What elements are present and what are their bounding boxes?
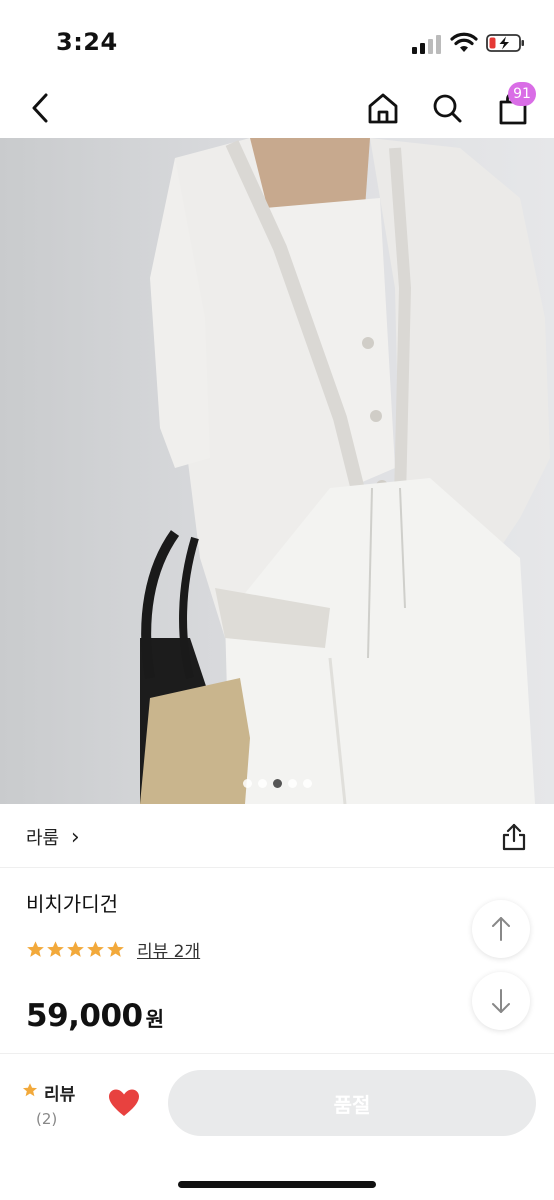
product-photo-illustration: [0, 138, 554, 804]
heart-icon[interactable]: [108, 1088, 140, 1118]
status-bar: 3:24: [0, 0, 554, 80]
arrow-down-icon: [492, 989, 510, 1013]
image-dot[interactable]: [257, 779, 267, 788]
star-icon: [107, 940, 124, 957]
product-price: 59,000 원: [26, 998, 164, 1034]
star-icon: [67, 940, 84, 957]
back-icon[interactable]: [26, 90, 54, 126]
product-title: 비치가디건: [26, 892, 118, 916]
product-image[interactable]: [0, 138, 554, 804]
star-icon: [22, 1083, 38, 1097]
price-value: 59,000: [26, 998, 143, 1034]
star-icon: [87, 940, 104, 957]
status-time: 3:24: [56, 28, 118, 56]
image-dot[interactable]: [302, 779, 312, 788]
brand-row: 라룸 ›: [0, 804, 554, 868]
brand-link[interactable]: 라룸 ›: [26, 824, 80, 850]
bottom-action-bar: 리뷰 (2) 품절: [0, 1053, 554, 1200]
star-rating: [26, 940, 125, 959]
star-icon: [27, 940, 44, 957]
price-unit: 원: [145, 1007, 164, 1031]
brand-name: 라룸: [26, 828, 60, 849]
star-icon: [47, 940, 64, 957]
home-icon[interactable]: [366, 90, 400, 126]
image-dot[interactable]: [242, 779, 252, 788]
review-count-link[interactable]: 리뷰 2개: [137, 937, 200, 962]
rating-row: 리뷰 2개: [26, 936, 200, 962]
search-icon[interactable]: [430, 90, 464, 126]
review-tab-button[interactable]: 리뷰 (2): [22, 1078, 92, 1134]
arrow-up-icon: [492, 917, 510, 941]
battery-charging-icon: [486, 34, 524, 52]
image-pagination-dots[interactable]: [0, 779, 554, 791]
sold-out-button[interactable]: 품절: [168, 1070, 536, 1136]
wifi-icon: [450, 32, 478, 52]
chevron-right-icon: ›: [70, 825, 80, 850]
top-nav-bar: 91: [0, 80, 554, 138]
scroll-down-button[interactable]: [472, 972, 530, 1030]
share-icon[interactable]: [500, 822, 528, 852]
image-dot[interactable]: [287, 779, 297, 788]
home-indicator[interactable]: [178, 1181, 376, 1188]
cellular-signal-icon: [412, 35, 441, 54]
cart-count-badge: 91: [508, 82, 536, 106]
review-tab-count: (2): [36, 1110, 58, 1128]
review-tab-label: 리뷰: [44, 1085, 76, 1105]
image-dot-active[interactable]: [272, 779, 282, 788]
scroll-up-button[interactable]: [472, 900, 530, 958]
